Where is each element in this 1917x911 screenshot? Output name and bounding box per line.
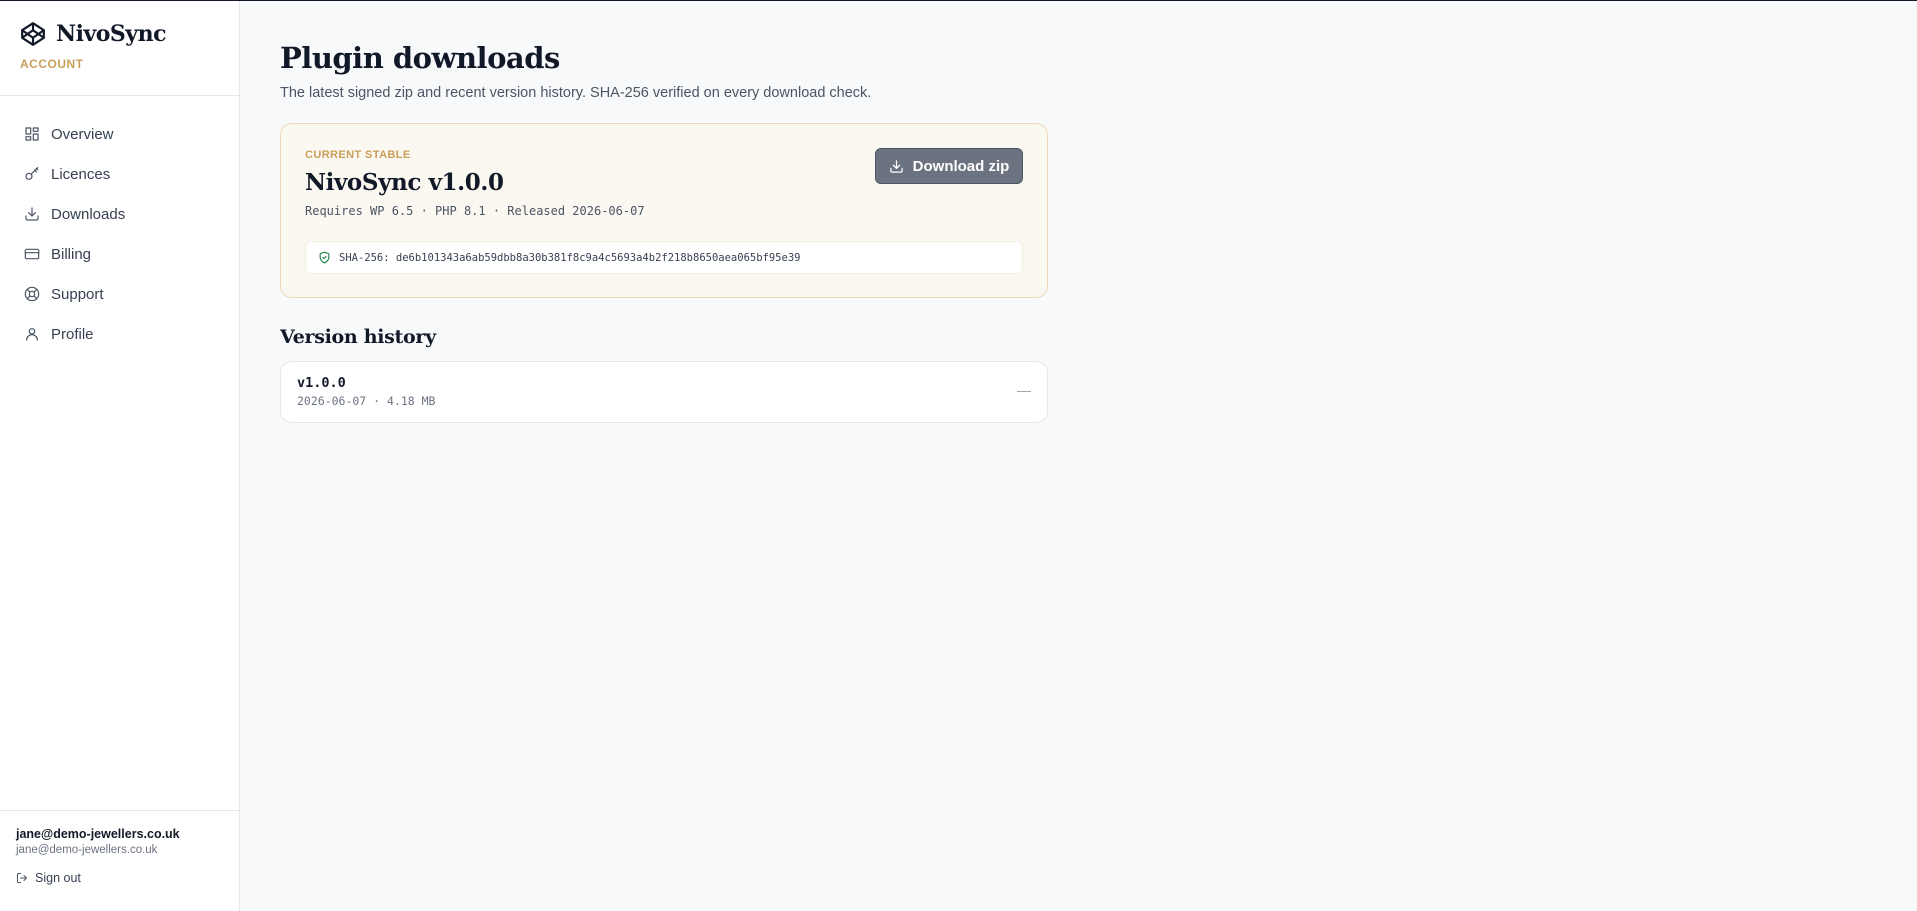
log-out-icon [17, 873, 27, 883]
user-email: jane@demo-jewellers.co.uk [16, 844, 158, 856]
sidebar-item-licences[interactable]: Licences [0, 154, 239, 194]
stable-meta: Requires WP 6.5 · PHP 8.1 · Released 202… [305, 204, 645, 218]
sidebar-item-downloads[interactable]: Downloads [0, 194, 239, 234]
page-title: Plugin downloads [280, 41, 560, 75]
version-row: v1.0.0 2026-06-07 · 4.18 MB — [280, 361, 1048, 423]
version-name: v1.0.0 [297, 375, 346, 391]
sidebar-item-label: Downloads [51, 205, 126, 223]
page-subtitle: The latest signed zip and recent version… [280, 85, 872, 101]
sidebar-item-overview[interactable]: Overview [0, 114, 239, 154]
version-history-title: Version history [280, 326, 436, 348]
sidebar-item-profile[interactable]: Profile [0, 314, 239, 354]
sign-out-label: Sign out [35, 871, 81, 885]
brand-row[interactable]: NivoSync [20, 21, 219, 47]
key-icon [25, 167, 39, 180]
user-icon [26, 328, 38, 341]
codepen-logo-icon [21, 22, 45, 46]
sidebar-item-billing[interactable]: Billing [0, 234, 239, 274]
brand-section-label: ACCOUNT [20, 57, 84, 71]
credit-card-icon [24, 248, 40, 260]
lifebuoy-icon [24, 286, 40, 302]
version-meta: 2026-06-07 · 4.18 MB [297, 394, 436, 408]
brand: NivoSync ACCOUNT [0, 1, 239, 96]
sidebar-nav: Overview Licences Downloads Billing Supp… [0, 96, 239, 354]
sha-256-value: SHA-256: de6b101343a6ab59dbb8a30b381f8c9… [339, 251, 801, 264]
download-zip-label: Download zip [912, 157, 1010, 175]
version-action-placeholder: — [1017, 382, 1031, 398]
sidebar-item-label: Licences [51, 165, 111, 183]
sidebar: NivoSync ACCOUNT Overview Licences Downl… [0, 1, 240, 911]
sign-out-button[interactable]: Sign out [16, 871, 223, 885]
grid-icon [25, 127, 39, 141]
download-icon [889, 159, 903, 173]
main-content: Plugin downloads The latest signed zip a… [280, 1, 1050, 423]
download-zip-button[interactable]: Download zip [875, 148, 1023, 184]
sidebar-item-label: Support [51, 285, 104, 303]
user-name: jane@demo-jewellers.co.uk [16, 827, 180, 841]
sidebar-item-label: Profile [51, 325, 94, 343]
shield-check-icon [319, 251, 330, 264]
brand-name: NivoSync [56, 21, 167, 47]
sidebar-item-support[interactable]: Support [0, 274, 239, 314]
download-icon [25, 207, 39, 221]
sidebar-footer: jane@demo-jewellers.co.uk jane@demo-jewe… [0, 810, 239, 911]
sidebar-item-label: Overview [51, 125, 114, 143]
sha-256-box: SHA-256: de6b101343a6ab59dbb8a30b381f8c9… [305, 241, 1023, 274]
current-stable-card: CURRENT STABLE NivoSync v1.0.0 Requires … [280, 123, 1048, 298]
sidebar-item-label: Billing [51, 245, 92, 263]
